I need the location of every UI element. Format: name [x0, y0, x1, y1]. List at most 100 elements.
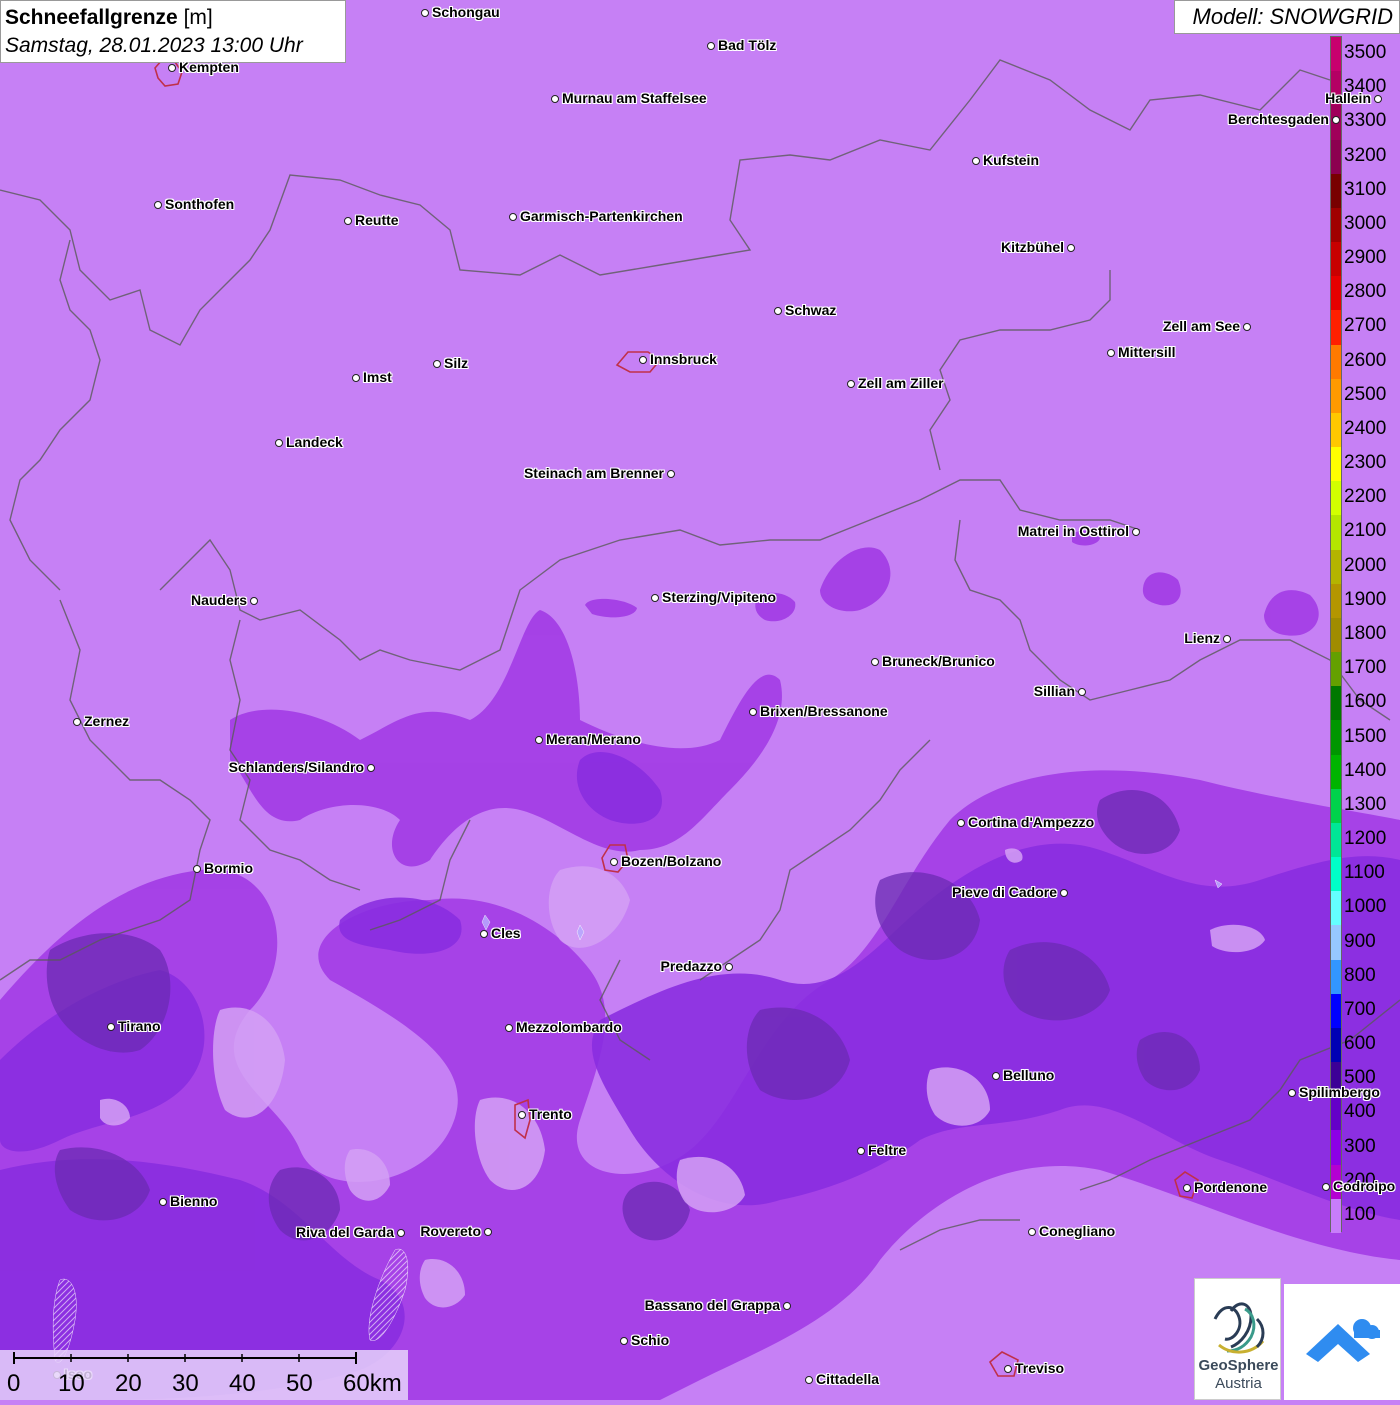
app-logo[interactable] — [1284, 1284, 1400, 1400]
city-label: Zell am Ziller — [858, 375, 944, 391]
city-marker[interactable] — [805, 1376, 813, 1384]
city-marker[interactable] — [639, 356, 647, 364]
city-marker[interactable] — [433, 360, 441, 368]
city-marker[interactable] — [352, 374, 360, 382]
city-marker[interactable] — [505, 1024, 513, 1032]
legend-color-segment — [1331, 1096, 1341, 1131]
city-label: Steinach am Brenner — [523, 465, 664, 481]
legend-color-segment — [1331, 515, 1341, 551]
city-marker[interactable] — [749, 708, 757, 716]
city-marker[interactable] — [509, 213, 517, 221]
city-marker[interactable] — [774, 307, 782, 315]
city-label: Pieve di Cadore — [951, 884, 1057, 900]
city-marker[interactable] — [275, 439, 283, 447]
legend-color-segment — [1331, 344, 1341, 380]
city-marker[interactable] — [1374, 95, 1382, 103]
city-marker[interactable] — [168, 64, 176, 72]
city-marker[interactable] — [421, 9, 429, 17]
legend-label: 100 — [1344, 1203, 1376, 1225]
legend-label: 1500 — [1344, 725, 1387, 747]
city-label: Nauders — [190, 592, 247, 608]
legend-label: 1300 — [1344, 793, 1387, 815]
city-marker[interactable] — [1288, 1089, 1296, 1097]
city-label: Cittadella — [816, 1371, 880, 1387]
legend-label: 300 — [1344, 1135, 1376, 1157]
city-marker[interactable] — [250, 597, 258, 605]
city-marker[interactable] — [1243, 323, 1251, 331]
city-marker[interactable] — [610, 858, 618, 866]
city-marker[interactable] — [159, 1198, 167, 1206]
city-label: Bad Tölz — [718, 37, 777, 53]
map-title-box: Schneefallgrenze [m] Samstag, 28.01.2023… — [0, 0, 346, 63]
city-label: Schongau — [432, 4, 500, 20]
city-label: Silz — [444, 355, 469, 371]
city-marker[interactable] — [551, 95, 559, 103]
city-marker[interactable] — [992, 1072, 1000, 1080]
city-marker[interactable] — [193, 865, 201, 873]
city-label: Reutte — [355, 212, 399, 228]
city-marker[interactable] — [783, 1302, 791, 1310]
city-label: Spilimbergo — [1299, 1084, 1380, 1100]
legend-label: 1100 — [1344, 862, 1385, 884]
geosphere-logo-text2: Austria — [1215, 1375, 1262, 1392]
legend-color-segment — [1331, 617, 1341, 653]
city-marker[interactable] — [1060, 889, 1068, 897]
map-datetime: Samstag, 28.01.2023 13:00 Uhr — [5, 34, 303, 57]
city-marker[interactable] — [1322, 1183, 1330, 1191]
city-marker[interactable] — [73, 718, 81, 726]
city-marker[interactable] — [667, 470, 675, 478]
legend-label: 3500 — [1344, 42, 1387, 64]
city-marker[interactable] — [1078, 688, 1086, 696]
legend-label: 3300 — [1344, 110, 1387, 132]
legend-label: 1900 — [1344, 588, 1387, 610]
city-marker[interactable] — [1067, 244, 1075, 252]
geosphere-logo[interactable]: GeoSphere Austria — [1194, 1278, 1281, 1400]
city-marker[interactable] — [857, 1147, 865, 1155]
legend-label: 2000 — [1344, 554, 1387, 576]
city-marker[interactable] — [1132, 528, 1140, 536]
city-marker[interactable] — [367, 764, 375, 772]
city-marker[interactable] — [1028, 1228, 1036, 1236]
city-label: Trento — [529, 1106, 572, 1122]
cloud-arrow-icon — [1306, 1319, 1380, 1362]
city-marker[interactable] — [480, 930, 488, 938]
city-marker[interactable] — [397, 1229, 405, 1237]
legend-label: 1400 — [1344, 759, 1387, 781]
legend-label: 800 — [1344, 964, 1376, 986]
city-marker[interactable] — [651, 594, 659, 602]
city-label: Sterzing/Vipiteno — [662, 589, 777, 605]
city-marker[interactable] — [1183, 1184, 1191, 1192]
map-title: Schneefallgrenze [m] — [5, 6, 213, 29]
city-label: Landeck — [286, 434, 343, 450]
scale-bar: 0 10 20 30 40 50 60km — [0, 1350, 408, 1400]
city-marker[interactable] — [957, 819, 965, 827]
scale-label: 20 — [115, 1370, 142, 1397]
legend-label: 1000 — [1344, 896, 1387, 918]
city-marker[interactable] — [107, 1023, 115, 1031]
city-label: Sillian — [1033, 683, 1075, 699]
legend-label: 1800 — [1344, 623, 1387, 644]
city-marker[interactable] — [1332, 116, 1340, 124]
city-marker[interactable] — [620, 1337, 628, 1345]
legend-label: 2300 — [1344, 452, 1387, 474]
legend-color-segment — [1331, 925, 1341, 961]
city-marker[interactable] — [871, 658, 879, 666]
city-marker[interactable] — [725, 963, 733, 971]
legend-color-segment — [1331, 754, 1341, 790]
legend-color-segment — [1331, 583, 1341, 619]
city-marker[interactable] — [707, 42, 715, 50]
city-marker[interactable] — [484, 1228, 492, 1236]
city-marker[interactable] — [518, 1111, 526, 1119]
city-marker[interactable] — [847, 380, 855, 388]
city-marker[interactable] — [154, 201, 162, 209]
city-marker[interactable] — [535, 736, 543, 744]
city-marker[interactable] — [1223, 635, 1231, 643]
city-label: Zell am See — [1162, 318, 1240, 334]
legend-color-segment — [1331, 412, 1341, 448]
city-marker[interactable] — [1107, 349, 1115, 357]
city-marker[interactable] — [972, 157, 980, 165]
legend-label: 2700 — [1344, 315, 1387, 337]
city-label: Bozen/Bolzano — [621, 853, 722, 869]
city-marker[interactable] — [1004, 1365, 1012, 1373]
city-marker[interactable] — [344, 217, 352, 225]
